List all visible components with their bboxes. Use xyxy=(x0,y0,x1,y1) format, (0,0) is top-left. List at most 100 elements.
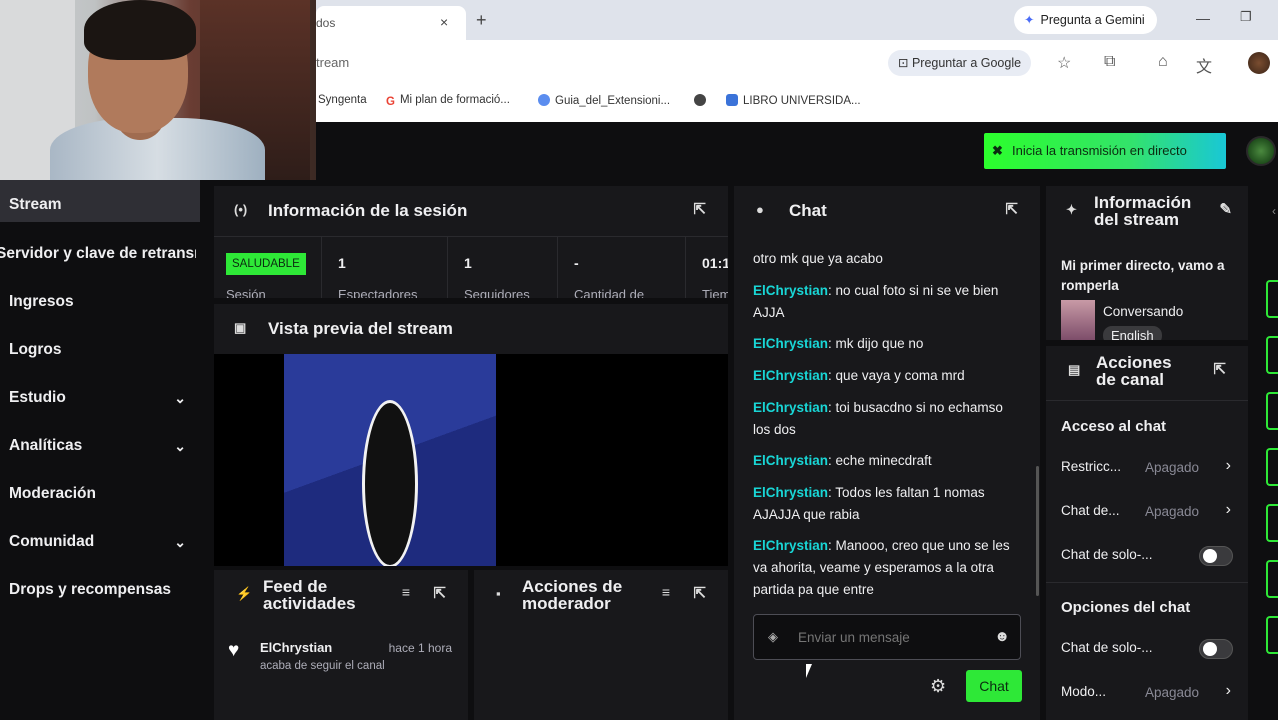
sidebar-item-server-key[interactable]: Servidor y clave de retransmisión xyxy=(0,230,196,278)
stream-title: Mi primer directo, vamo a romperla xyxy=(1061,258,1225,293)
window-minimize-icon[interactable]: — xyxy=(1196,10,1210,26)
extensions-icon[interactable]: ⧉ xyxy=(1104,53,1115,71)
doc-icon xyxy=(726,94,738,106)
setting-row[interactable]: Restricc... Apagado › xyxy=(1061,456,1237,480)
quick-action-tile[interactable] xyxy=(1266,392,1278,430)
bolt-icon: ⚡ xyxy=(236,586,253,601)
sidebar-item-comunidad[interactable]: Comunidad ⌄ xyxy=(0,518,200,566)
browser-tab[interactable]: dos × xyxy=(316,6,466,40)
bookmark-item[interactable]: G Mi plan de formació... xyxy=(386,94,510,108)
bookmark-item[interactable]: LIBRO UNIVERSIDA... xyxy=(726,94,861,107)
chat-username[interactable]: ElChrystian xyxy=(753,538,828,553)
popout-icon[interactable]: ⇱ xyxy=(693,200,706,218)
window-restore-icon[interactable]: ❐ xyxy=(1240,9,1252,25)
sidebar-item-analiticas[interactable]: Analíticas ⌄ xyxy=(0,422,200,470)
setting-row[interactable]: Chat de... Apagado › xyxy=(1061,500,1237,524)
quick-action-tile[interactable] xyxy=(1266,560,1278,598)
emoji-icon[interactable]: ☻ xyxy=(994,628,1010,645)
address-bar: tream ⊡ Preguntar a Google ☆ ⧉ ⌂ 文 xyxy=(316,40,1278,86)
translate-icon[interactable]: 文 xyxy=(1196,53,1212,77)
stream-tag[interactable]: English xyxy=(1103,326,1162,340)
panel-header: ▪ Acciones de moderador ≡ ⇱ xyxy=(474,570,728,620)
panel-header: ● Chat ⇱ xyxy=(734,186,1040,236)
time-stat: 01:1 Tiem xyxy=(702,255,728,298)
preview-icon: ▣ xyxy=(234,320,247,335)
amount-stat: - Cantidad de xyxy=(558,237,686,298)
quick-action-tile[interactable] xyxy=(1266,504,1278,542)
chevron-right-icon: › xyxy=(1225,682,1231,699)
quick-action-tile[interactable] xyxy=(1266,616,1278,654)
divider xyxy=(1046,582,1248,583)
new-tab-icon[interactable]: + xyxy=(476,10,487,31)
chat-username[interactable]: ElChrystian xyxy=(753,400,828,415)
broadcast-icon: (•) xyxy=(234,202,248,217)
filter-icon[interactable]: ≡ xyxy=(402,584,410,600)
toggle-switch[interactable] xyxy=(1199,639,1233,659)
toggle-switch[interactable] xyxy=(1199,546,1233,566)
chat-message: ElChrystian: que vaya y coma mrd xyxy=(753,368,965,383)
sidebar-item-drops[interactable]: Drops y recompensas xyxy=(0,566,200,614)
filter-icon[interactable]: ≡ xyxy=(662,584,670,600)
chat-message-input[interactable] xyxy=(798,627,988,647)
chat-scrollbar[interactable] xyxy=(1036,466,1039,596)
browser-profile-avatar[interactable] xyxy=(1248,52,1270,74)
panel-title: Vista previa del stream xyxy=(268,319,453,338)
sidebar-item-moderacion[interactable]: Moderación xyxy=(0,470,200,518)
chat-panel: ● Chat ⇱ otro mk que ya acabo ElChrystia… xyxy=(734,186,1040,720)
chevron-right-icon: › xyxy=(1225,457,1231,474)
url-text[interactable]: tream xyxy=(316,55,349,70)
popout-icon[interactable]: ⇱ xyxy=(433,584,446,602)
setting-row: Chat de solo-... xyxy=(1061,637,1237,661)
pencil-icon[interactable]: ✎ xyxy=(1219,200,1232,218)
stream-category[interactable]: Conversando xyxy=(1103,304,1183,319)
popout-icon[interactable]: ⇱ xyxy=(1005,200,1018,218)
sidebar: Stream Servidor y clave de retransmisión… xyxy=(0,180,208,720)
feed-time: hace 1 hora xyxy=(388,641,452,655)
bookmark-item[interactable]: Syngenta xyxy=(318,94,367,106)
sidebar-item-logros[interactable]: Logros xyxy=(0,326,200,374)
sidebar-item-stream[interactable]: Stream xyxy=(0,180,200,222)
cast-icon[interactable]: ⌂ xyxy=(1158,53,1168,71)
go-live-icon: ✖ xyxy=(992,143,1003,158)
panel-header: ⚡ Feed de actividades ≡ ⇱ xyxy=(214,570,468,620)
webcam-overlay xyxy=(0,0,316,180)
mod-icon: ▪ xyxy=(496,586,501,601)
panel-header: ▣ Vista previa del stream xyxy=(214,304,728,354)
chevron-left-icon[interactable]: ‹ xyxy=(1272,204,1276,218)
sidebar-item-ingresos[interactable]: Ingresos xyxy=(0,278,200,326)
session-stats: SALUDABLE Sesión 1 Espectadores 1 Seguid… xyxy=(214,236,728,298)
feed-username: ElChrystian xyxy=(260,640,333,655)
right-rail: ‹ xyxy=(1252,186,1278,720)
user-avatar[interactable] xyxy=(1246,136,1276,166)
tab-close-icon[interactable]: × xyxy=(440,14,448,30)
bookmark-item[interactable]: Guia_del_Extensioni... xyxy=(538,94,670,107)
sidebar-item-estudio[interactable]: Estudio ⌄ xyxy=(0,374,200,422)
chat-send-button[interactable]: Chat xyxy=(966,670,1022,702)
setting-row: Chat de solo-... xyxy=(1061,544,1237,568)
category-thumbnail xyxy=(1061,300,1095,340)
chat-username[interactable]: ElChrystian xyxy=(753,485,828,500)
setting-row[interactable]: Modo... Apagado › xyxy=(1061,681,1237,705)
chat-options-header: Opciones del chat xyxy=(1061,599,1191,616)
bookmark-star-icon[interactable]: ☆ xyxy=(1057,53,1071,73)
quick-action-tile[interactable] xyxy=(1266,336,1278,374)
list-item[interactable]: ♥ ElChrystian hace 1 hora acaba de segui… xyxy=(214,628,468,688)
bits-icon[interactable]: ◈ xyxy=(768,629,778,645)
quick-action-tile[interactable] xyxy=(1266,448,1278,486)
quick-action-tile[interactable] xyxy=(1266,280,1278,318)
divider xyxy=(1046,400,1248,401)
chevron-down-icon: ⌄ xyxy=(174,534,186,550)
chat-username[interactable]: ElChrystian xyxy=(753,453,828,468)
bookmark-item[interactable] xyxy=(694,94,711,107)
popout-icon[interactable]: ⇱ xyxy=(693,584,706,602)
popout-icon[interactable]: ⇱ xyxy=(1213,360,1226,378)
go-live-button[interactable]: ✖ Inicia la transmisión en directo xyxy=(984,133,1226,169)
tab-title: dos xyxy=(316,16,336,30)
chat-username[interactable]: ElChrystian xyxy=(753,283,828,298)
chat-username[interactable]: ElChrystian xyxy=(753,336,828,351)
chat-username[interactable]: ElChrystian xyxy=(753,368,828,383)
ask-google-button[interactable]: ⊡ Preguntar a Google xyxy=(888,50,1032,76)
gear-icon[interactable]: ⚙ xyxy=(930,676,946,697)
gemini-button[interactable]: ✦ Pregunta a Gemini xyxy=(1014,6,1157,34)
chat-message: ElChrystian: Manooo, creo que uno se les… xyxy=(753,538,1010,597)
